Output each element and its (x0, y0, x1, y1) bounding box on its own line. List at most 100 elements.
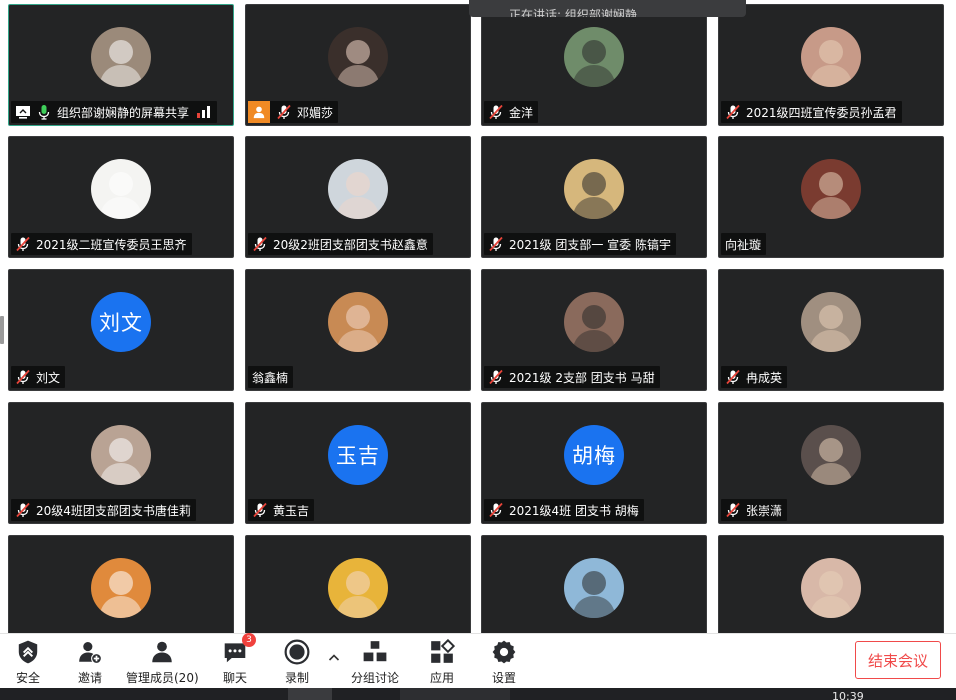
participant-name-label: 组织部谢娴静的屏幕共享 (11, 101, 218, 123)
chat-badge: 3 (242, 633, 256, 647)
manage-members-label: 管理成员(20) (126, 671, 199, 685)
participant-name-label: 20级4班团支部团支书唐佳莉 (11, 499, 196, 521)
participant-tile[interactable]: 2021级 团支部一 宣委 陈镐宇 (481, 136, 707, 258)
manage-members-button[interactable]: 管理成员(20) (126, 638, 199, 686)
settings-label: 设置 (491, 671, 516, 685)
participant-tile[interactable] (8, 535, 234, 633)
participant-tile[interactable]: 胡梅 2021级4班 团支书 胡梅 (481, 402, 707, 524)
participant-name: 刘文 (36, 370, 61, 385)
participant-name-label: 2021级 2支部 团支书 马甜 (484, 366, 660, 388)
participant-tile[interactable] (245, 535, 471, 633)
apps-icon (428, 638, 456, 666)
avatar (328, 27, 388, 87)
mic-muted-icon (488, 369, 504, 385)
participant-name: 20级2班团支部团支书赵鑫意 (273, 237, 428, 252)
participant-tile[interactable]: 向祉璇 (718, 136, 944, 258)
participant-grid: 组织部谢娴静的屏幕共享 邓媚莎 金洋 2021级四班宣传委员孙孟君 2021级二班宣传委… (0, 0, 956, 633)
participant-name-label: 黄玉吉 (248, 499, 315, 521)
participant-tile[interactable]: 翁鑫楠 (245, 269, 471, 391)
record-options-chevron-icon[interactable] (326, 650, 342, 666)
settings-button[interactable]: 设置 (490, 638, 518, 686)
chat-icon: 3 (221, 633, 256, 666)
add-user-icon (76, 638, 104, 666)
user-icon (248, 101, 270, 123)
participant-name: 2021级4班 团支书 胡梅 (509, 503, 639, 518)
security-button[interactable]: 安全 (14, 638, 42, 686)
avatar (801, 159, 861, 219)
participant-tile[interactable]: 2021级四班宣传委员孙孟君 (718, 4, 944, 126)
members-icon (148, 638, 176, 666)
record-button[interactable]: 录制 (283, 638, 311, 686)
breakout-rooms-label: 分组讨论 (351, 671, 400, 685)
mic-muted-icon (252, 502, 268, 518)
participant-name-label: 金洋 (484, 101, 539, 123)
participant-name: 邓媚莎 (297, 105, 334, 120)
avatar (801, 27, 861, 87)
mic-icon (36, 104, 52, 120)
participant-name-label: 2021级4班 团支书 胡梅 (484, 499, 644, 521)
participant-name-label: 邓媚莎 (248, 101, 339, 123)
mic-muted-icon (276, 104, 292, 120)
shield-icon (14, 638, 42, 666)
speaking-tooltip-text: 正在讲话: 组织部谢娴静 (509, 8, 637, 17)
participant-name: 2021级 团支部一 宣委 陈镐宇 (509, 237, 671, 252)
avatar-initials: 玉吉 (328, 425, 388, 485)
chat-label: 聊天 (222, 671, 247, 685)
end-meeting-button[interactable]: 结束会议 (855, 641, 941, 679)
participant-tile[interactable]: 2021级 2支部 团支书 马甜 (481, 269, 707, 391)
participant-tile[interactable]: 刘文 刘文 (8, 269, 234, 391)
avatar-initials: 胡梅 (564, 425, 624, 485)
avatar (328, 292, 388, 352)
participant-name: 翁鑫楠 (252, 370, 289, 385)
participant-name-label: 2021级二班宣传委员王思齐 (11, 233, 192, 255)
mic-muted-icon (15, 236, 31, 252)
taskbar-item[interactable] (400, 688, 510, 700)
participant-name: 黄玉吉 (273, 503, 310, 518)
breakout-rooms-button[interactable]: 分组讨论 (351, 638, 399, 686)
avatar-initials: 刘文 (91, 292, 151, 352)
participant-tile[interactable]: 20级4班团支部团支书唐佳莉 (8, 402, 234, 524)
participant-tile[interactable]: 张崇潇 (718, 402, 944, 524)
apps-label: 应用 (429, 671, 454, 685)
invite-label: 邀请 (77, 671, 102, 685)
avatar (564, 159, 624, 219)
participant-tile[interactable]: 2021级二班宣传委员王思齐 (8, 136, 234, 258)
avatar (564, 27, 624, 87)
mic-muted-icon (15, 502, 31, 518)
avatar (564, 558, 624, 618)
participant-tile[interactable] (718, 535, 944, 633)
screen-share-icon (15, 104, 31, 120)
participant-name-label: 2021级四班宣传委员孙孟君 (721, 101, 902, 123)
participant-tile[interactable]: 20级2班团支部团支书赵鑫意 (245, 136, 471, 258)
taskbar-item[interactable] (288, 688, 332, 700)
record-label: 录制 (284, 671, 309, 685)
participant-name: 2021级二班宣传委员王思齐 (36, 237, 187, 252)
sidebar-handle[interactable] (0, 316, 4, 344)
participant-tile[interactable]: 玉吉黄玉吉 (245, 402, 471, 524)
participant-tile[interactable]: 冉成英 (718, 269, 944, 391)
participant-name: 张崇潇 (746, 503, 783, 518)
avatar (328, 159, 388, 219)
participant-name: 冉成英 (746, 370, 783, 385)
mic-muted-icon (725, 369, 741, 385)
system-clock: 10:39 (832, 690, 864, 700)
gear-icon (490, 638, 518, 666)
participant-name-label: 向祉璇 (721, 233, 767, 255)
participant-tile[interactable]: 金洋 (481, 4, 707, 126)
avatar (91, 558, 151, 618)
avatar (801, 292, 861, 352)
participant-tile[interactable] (481, 535, 707, 633)
apps-button[interactable]: 应用 (428, 638, 456, 686)
system-taskbar (0, 688, 956, 700)
avatar (91, 159, 151, 219)
participant-tile[interactable]: 邓媚莎 (245, 4, 471, 126)
participant-name-label: 2021级 团支部一 宣委 陈镐宇 (484, 233, 676, 255)
avatar (328, 558, 388, 618)
signal-strength-icon (197, 106, 212, 118)
chat-button[interactable]: 3 聊天 (221, 633, 256, 686)
avatar (91, 27, 151, 87)
avatar (801, 558, 861, 618)
participant-name-label: 翁鑫楠 (248, 366, 294, 388)
invite-button[interactable]: 邀请 (76, 638, 104, 686)
participant-tile[interactable]: 组织部谢娴静的屏幕共享 (8, 4, 234, 126)
